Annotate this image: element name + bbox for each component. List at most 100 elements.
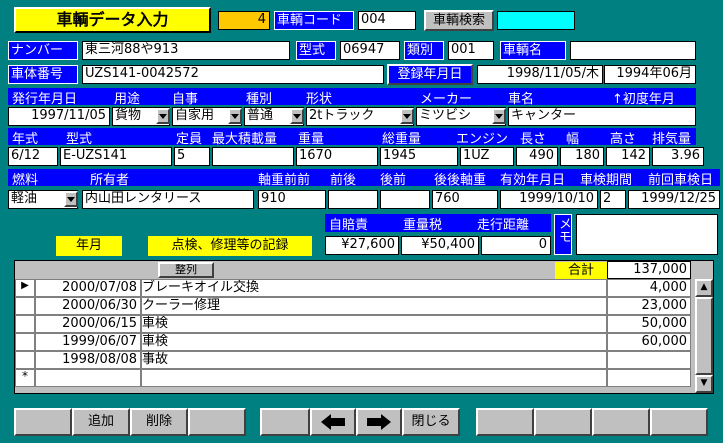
fuel-dropdown-icon[interactable] xyxy=(64,191,78,207)
axle-ff-field[interactable]: 910 xyxy=(258,190,326,209)
footer-blank-button-4[interactable] xyxy=(476,408,534,436)
registration-date-button[interactable]: 登録年月日 xyxy=(387,64,473,85)
displacement-field[interactable]: 3.96 xyxy=(652,147,704,166)
issue-date-field[interactable]: 1997/11/05 xyxy=(8,107,110,126)
row-date[interactable]: 1999/06/07 xyxy=(35,333,141,351)
weight-tax-header: 重量税 xyxy=(403,218,443,233)
row-description[interactable]: 車検 xyxy=(141,333,607,351)
footer-blank-button-1[interactable] xyxy=(14,408,72,436)
sort-button[interactable]: 整列 xyxy=(158,262,214,278)
row-description[interactable]: 車検 xyxy=(141,315,607,333)
axle-rf-field[interactable] xyxy=(380,190,430,209)
vehicle-search-field[interactable] xyxy=(497,11,575,30)
records-grid: 整列 合計 137,000 ▶ 2000/07/08 ブレーキオイル交換 4,0… xyxy=(14,260,714,394)
table-row[interactable]: 2000/06/30 クーラー修理 23,000 xyxy=(15,297,691,315)
inspection-period-field[interactable]: 2 xyxy=(600,190,626,209)
max-load-field[interactable] xyxy=(212,147,294,166)
table-row[interactable]: ▶ 2000/07/08 ブレーキオイル交換 4,000 xyxy=(15,279,691,297)
engine-field[interactable]: 1UZ xyxy=(460,147,514,166)
shape-select[interactable]: 2tトラック xyxy=(306,107,414,126)
table-row[interactable]: 1998/08/08 事故 xyxy=(15,351,691,369)
valid-date-field[interactable]: 1999/10/10 xyxy=(500,190,598,209)
chassis-number-field[interactable]: UZS141-0042572 xyxy=(82,65,384,84)
row-selector[interactable] xyxy=(15,315,35,333)
car-name-field[interactable]: キャンター xyxy=(508,107,696,126)
owner-field[interactable]: 内山田レンタリース xyxy=(82,190,254,209)
last-inspection-field[interactable]: 1999/12/25 xyxy=(628,190,720,209)
scroll-up-button[interactable]: ▲ xyxy=(695,279,713,297)
row-amount[interactable]: 60,000 xyxy=(607,333,691,351)
footer-blank-button-7[interactable] xyxy=(650,408,708,436)
row-date[interactable]: 1998/08/08 xyxy=(35,351,141,369)
row-selector[interactable] xyxy=(15,333,35,351)
footer-blank-button-2[interactable] xyxy=(188,408,246,436)
new-row-amount[interactable] xyxy=(607,369,691,387)
vehicle-code-field[interactable]: 004 xyxy=(358,11,416,30)
table-row[interactable]: 1999/06/07 車検 60,000 xyxy=(15,333,691,351)
row-selector-current[interactable]: ▶ xyxy=(15,279,35,297)
vertical-scrollbar[interactable]: ▲ ▼ xyxy=(695,279,713,393)
usage-dropdown-icon[interactable] xyxy=(156,108,170,124)
memo-label: メモ xyxy=(554,214,572,255)
displacement-header: 排気量 xyxy=(652,132,692,147)
row-selector[interactable] xyxy=(15,351,35,369)
new-row-description[interactable] xyxy=(141,369,607,387)
table-row[interactable]: 2000/06/15 車検 50,000 xyxy=(15,315,691,333)
row-amount[interactable]: 4,000 xyxy=(607,279,691,297)
capacity-field[interactable]: 5 xyxy=(174,147,210,166)
records-title: 点検、修理等の記録 xyxy=(148,236,312,256)
weight-field[interactable]: 1670 xyxy=(296,147,378,166)
maker-dropdown-icon[interactable] xyxy=(492,108,506,124)
model-field[interactable]: 06947 xyxy=(340,41,400,60)
registration-date-field[interactable]: 1998/11/05/木 xyxy=(477,65,603,84)
previous-record-button[interactable] xyxy=(310,408,356,436)
footer-blank-button-3[interactable] xyxy=(260,408,310,436)
mileage-field[interactable]: 0 xyxy=(481,236,551,255)
shape-dropdown-icon[interactable] xyxy=(400,108,414,124)
add-button[interactable]: 追加 xyxy=(72,408,130,436)
new-record-row[interactable]: * xyxy=(15,369,691,387)
type-dropdown-icon[interactable] xyxy=(290,108,304,124)
row-date[interactable]: 2000/06/30 xyxy=(35,297,141,315)
new-row-date[interactable] xyxy=(35,369,141,387)
vehicle-name-field[interactable] xyxy=(570,41,696,60)
own-dropdown-icon[interactable] xyxy=(228,108,242,124)
next-record-button[interactable] xyxy=(356,408,402,436)
axle-fr-field[interactable] xyxy=(328,190,378,209)
weight-tax-field[interactable]: ¥50,400 xyxy=(401,236,479,255)
model-code-field[interactable]: E-UZS141 xyxy=(60,147,172,166)
length-field[interactable]: 490 xyxy=(516,147,558,166)
memo-field[interactable] xyxy=(576,214,718,255)
year-field[interactable]: 6/12 xyxy=(8,147,58,166)
new-record-selector[interactable]: * xyxy=(15,369,35,387)
class-field[interactable]: 001 xyxy=(448,41,494,60)
own-header: 自事 xyxy=(172,92,199,107)
row-description[interactable]: ブレーキオイル交換 xyxy=(141,279,607,297)
row-description[interactable]: 事故 xyxy=(141,351,607,369)
height-field[interactable]: 142 xyxy=(606,147,650,166)
length-header: 長さ xyxy=(520,132,547,147)
row-amount[interactable]: 23,000 xyxy=(607,297,691,315)
plate-number-label: ナンバー xyxy=(8,41,78,60)
footer-blank-button-5[interactable] xyxy=(534,408,592,436)
row-amount[interactable] xyxy=(607,351,691,369)
row-description[interactable]: クーラー修理 xyxy=(141,297,607,315)
row-amount[interactable]: 50,000 xyxy=(607,315,691,333)
close-button[interactable]: 閉じる xyxy=(402,408,460,436)
width-field[interactable]: 180 xyxy=(560,147,604,166)
vehicle-search-button[interactable]: 車輌検索 xyxy=(424,10,494,31)
record-number[interactable]: 4 xyxy=(218,11,270,30)
plate-number-field[interactable]: 東三河88や913 xyxy=(82,41,290,60)
scroll-thumb[interactable] xyxy=(695,297,713,375)
row-date[interactable]: 2000/06/15 xyxy=(35,315,141,333)
scroll-down-button[interactable]: ▼ xyxy=(695,375,713,393)
width-header: 幅 xyxy=(566,132,580,147)
gross-weight-field[interactable]: 1945 xyxy=(380,147,458,166)
footer-blank-button-6[interactable] xyxy=(592,408,650,436)
row-selector[interactable] xyxy=(15,297,35,315)
axle-rr-field[interactable]: 760 xyxy=(432,190,498,209)
delete-button[interactable]: 削除 xyxy=(130,408,188,436)
liability-field[interactable]: ¥27,600 xyxy=(325,236,399,255)
row-date[interactable]: 2000/07/08 xyxy=(35,279,141,297)
first-registration-field[interactable]: 1994年06月 xyxy=(604,65,696,84)
